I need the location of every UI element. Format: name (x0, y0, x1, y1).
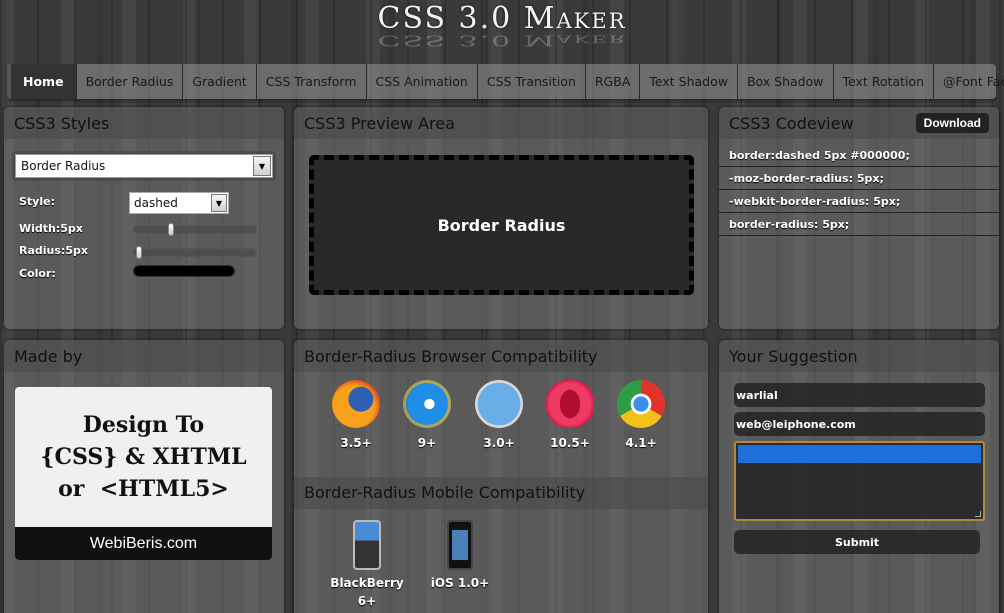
banner-line: or <HTML5> (58, 476, 229, 502)
property-select-value: Border Radius (21, 159, 106, 173)
code-list: border:dashed 5px #000000; -moz-border-r… (719, 144, 999, 236)
browser-version: 3.5+ (340, 436, 372, 450)
style-select-value: dashed (134, 196, 178, 210)
browser-chrome: 4.1+ (606, 380, 676, 450)
style-select[interactable]: dashed ▼ (129, 192, 229, 214)
preview-box: Border Radius (309, 155, 694, 295)
safari-icon (475, 380, 523, 428)
compatibility-panel: Border-Radius Browser Compatibility 3.5+… (294, 340, 708, 613)
styles-panel: CSS3 Styles Border Radius ▼ Style: dashe… (4, 107, 284, 329)
nav-css-animation[interactable]: CSS Animation (367, 64, 478, 99)
author-banner[interactable]: Design To {CSS} & XHTML or <HTML5> WebiB… (15, 387, 272, 560)
radius-slider[interactable] (133, 246, 257, 259)
mobile-label: BlackBerry 6+ (327, 574, 407, 610)
nav-box-shadow[interactable]: Box Shadow (738, 64, 834, 99)
browser-compat-header: Border-Radius Browser Compatibility (294, 340, 708, 372)
message-textarea[interactable] (734, 441, 985, 521)
mobile-label-line: 6+ (357, 594, 377, 608)
width-label: Width:5px (19, 222, 83, 235)
styles-panel-title: CSS3 Styles (14, 113, 110, 133)
iphone-icon (447, 520, 473, 570)
code-line: -webkit-border-radius: 5px; (719, 190, 999, 213)
codeview-panel-header: CSS3 Codeview Download (719, 107, 999, 139)
browser-opera: 10.5+ (535, 380, 605, 450)
suggestion-panel: Your Suggestion Submit (719, 340, 999, 613)
nav-border-radius[interactable]: Border Radius (77, 64, 184, 99)
preview-panel: CSS3 Preview Area Border Radius (294, 107, 708, 329)
browser-version: 4.1+ (625, 436, 657, 450)
browser-safari: 3.0+ (464, 380, 534, 450)
mobile-label-line: BlackBerry (330, 576, 404, 590)
radius-label: Radius:5px (19, 244, 88, 257)
browser-ie: 9+ (392, 380, 462, 450)
suggestion-panel-title: Your Suggestion (729, 346, 858, 366)
codeview-panel: CSS3 Codeview Download border:dashed 5px… (719, 107, 999, 329)
chevron-down-icon[interactable]: ▼ (253, 156, 271, 176)
author-site-link[interactable]: WebiBeris.com (15, 527, 272, 560)
property-select-wrapper: Border Radius ▼ (12, 151, 276, 181)
nav-rgba[interactable]: RGBA (586, 64, 641, 99)
opera-icon (546, 380, 594, 428)
mobile-compat-title: Border-Radius Mobile Compatibility (304, 483, 586, 502)
browser-compat-title: Border-Radius Browser Compatibility (304, 346, 598, 366)
mobile-compat-header: Border-Radius Mobile Compatibility (294, 477, 708, 509)
nav-gradient[interactable]: Gradient (183, 64, 257, 99)
author-banner-text: Design To {CSS} & XHTML or <HTML5> (15, 387, 272, 527)
firefox-icon (332, 380, 380, 428)
chrome-icon (617, 380, 665, 428)
mobile-label-line: iOS 1.0+ (430, 576, 490, 590)
made-by-panel-header: Made by (4, 340, 284, 372)
email-input[interactable] (734, 412, 985, 436)
nav-css-transform[interactable]: CSS Transform (257, 64, 367, 99)
banner-line: {CSS} & XHTML (40, 444, 247, 470)
browser-version: 10.5+ (550, 436, 590, 450)
color-label: Color: (19, 267, 56, 280)
radius-slider-thumb[interactable] (136, 246, 143, 259)
name-input[interactable] (734, 383, 985, 407)
suggestion-panel-header: Your Suggestion (719, 340, 999, 372)
styles-panel-header: CSS3 Styles (4, 107, 284, 139)
resize-handle-icon[interactable] (975, 511, 981, 517)
code-line: border-radius: 5px; (719, 213, 999, 236)
app-header: CSS 3.0 Maker CSS 3.0 Maker (0, 0, 1004, 62)
nav-font-face[interactable]: @Font Face (934, 64, 1004, 99)
style-label: Style: (19, 195, 55, 208)
browser-list: 3.5+ 9+ 3.0+ 10.5+ 4.1+ (294, 380, 708, 460)
width-slider[interactable] (133, 223, 257, 236)
browser-version: 3.0+ (483, 436, 515, 450)
preview-panel-header: CSS3 Preview Area (294, 107, 708, 139)
banner-line: Design To (82, 412, 205, 438)
property-select[interactable]: Border Radius ▼ (15, 154, 273, 178)
width-slider-thumb[interactable] (168, 223, 175, 236)
made-by-panel: Made by Design To {CSS} & XHTML or <HTML… (4, 340, 284, 613)
nav-home[interactable]: Home (7, 64, 77, 99)
nav-text-rotation[interactable]: Text Rotation (834, 64, 935, 99)
app-title-reflection: CSS 3.0 Maker (377, 31, 627, 50)
preview-panel-title: CSS3 Preview Area (304, 113, 455, 133)
browser-firefox: 3.5+ (321, 380, 391, 450)
chevron-down-icon[interactable]: ▼ (211, 194, 227, 212)
main-nav: Home Border Radius Gradient CSS Transfor… (7, 64, 1004, 99)
mobile-blackberry: BlackBerry 6+ (327, 520, 407, 610)
browser-version: 9+ (417, 436, 437, 450)
text-selection-highlight (738, 445, 981, 463)
mobile-label: iOS 1.0+ (420, 574, 500, 592)
ie-icon (403, 380, 451, 428)
download-button[interactable]: Download (915, 113, 989, 133)
preview-text: Border Radius (437, 215, 566, 235)
color-picker[interactable] (133, 265, 235, 277)
made-by-panel-title: Made by (14, 346, 83, 366)
mobile-ios: iOS 1.0+ (420, 520, 500, 592)
submit-button[interactable]: Submit (734, 530, 980, 554)
codeview-panel-title: CSS3 Codeview (729, 113, 854, 133)
blackberry-icon (353, 520, 381, 570)
code-line: -moz-border-radius: 5px; (719, 167, 999, 190)
nav-css-transition[interactable]: CSS Transition (478, 64, 586, 99)
nav-text-shadow[interactable]: Text Shadow (640, 64, 738, 99)
code-line: border:dashed 5px #000000; (719, 144, 999, 167)
